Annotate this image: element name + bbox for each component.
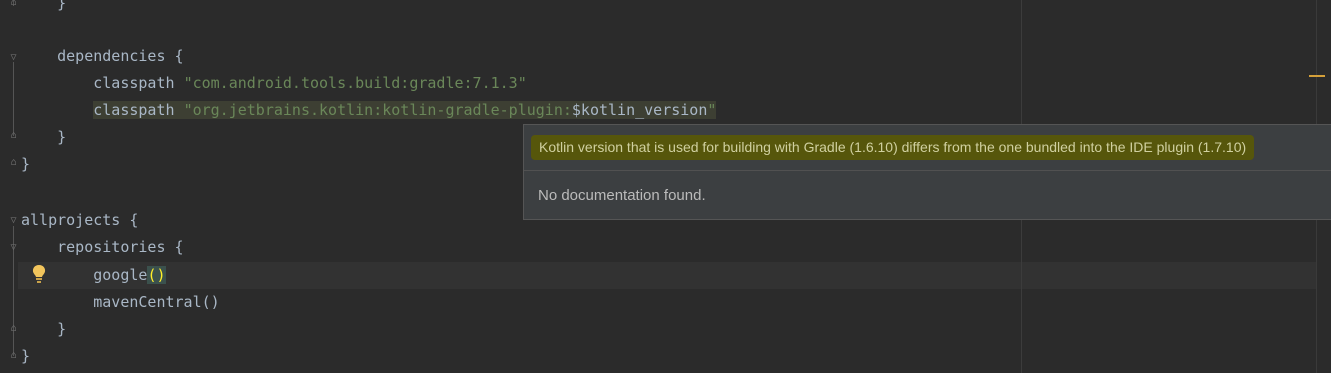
- fold-marker-icon[interactable]: [8, 323, 19, 334]
- code-text: }: [21, 347, 31, 365]
- code-line[interactable]: classpath "com.android.tools.build:gradl…: [21, 70, 527, 97]
- fold-marker-icon[interactable]: [8, 130, 19, 141]
- code-line[interactable]: }: [21, 0, 66, 17]
- fold-marker-icon[interactable]: [8, 157, 19, 168]
- string-literal: "org.jetbrains.kotlin:kotlin-gradle-plug…: [183, 101, 572, 119]
- fold-marker-icon[interactable]: [8, 0, 19, 8]
- code-line[interactable]: }: [21, 151, 30, 178]
- code-line[interactable]: }: [21, 124, 66, 151]
- code-line[interactable]: }: [21, 343, 30, 370]
- code-text: mavenCentral(): [93, 293, 220, 311]
- keyword: classpath: [93, 74, 184, 92]
- matched-parens: (): [147, 266, 166, 284]
- current-line-highlight: [18, 262, 1331, 289]
- code-line[interactable]: allprojects {: [21, 207, 138, 234]
- string-literal: "com.android.tools.build:gradle:7.1.3": [183, 74, 527, 92]
- lightbulb-icon[interactable]: [31, 264, 47, 284]
- code-text: }: [57, 320, 67, 338]
- code-line[interactable]: mavenCentral(): [21, 289, 220, 316]
- keyword: classpath: [93, 101, 184, 119]
- warning-message: Kotlin version that is used for building…: [531, 135, 1255, 160]
- popup-header: Kotlin version that is used for building…: [524, 125, 1331, 171]
- code-line[interactable]: repositories {: [21, 234, 184, 261]
- code-line[interactable]: }: [21, 316, 66, 343]
- fold-marker-icon[interactable]: [8, 52, 19, 63]
- fold-marker-icon[interactable]: [8, 242, 19, 253]
- fold-guide: [13, 62, 14, 136]
- documentation-text: No documentation found.: [538, 187, 706, 204]
- string-literal-end: ": [707, 101, 717, 119]
- code-text: allprojects {: [21, 211, 139, 229]
- template-variable: $kotlin_version: [571, 101, 708, 119]
- fold-marker-icon[interactable]: [8, 350, 19, 361]
- fold-marker-icon[interactable]: [8, 215, 19, 226]
- function-call: google: [93, 266, 148, 284]
- code-text: }: [57, 0, 67, 12]
- warning-stripe-marker[interactable]: [1309, 75, 1325, 77]
- code-line[interactable]: dependencies {: [21, 43, 184, 70]
- quick-documentation-popup: Kotlin version that is used for building…: [523, 124, 1331, 220]
- code-text: }: [21, 155, 31, 173]
- code-text: }: [57, 128, 67, 146]
- code-line-warning[interactable]: classpath "org.jetbrains.kotlin:kotlin-g…: [21, 97, 717, 124]
- code-text: repositories {: [57, 238, 184, 256]
- code-text: dependencies {: [57, 47, 184, 65]
